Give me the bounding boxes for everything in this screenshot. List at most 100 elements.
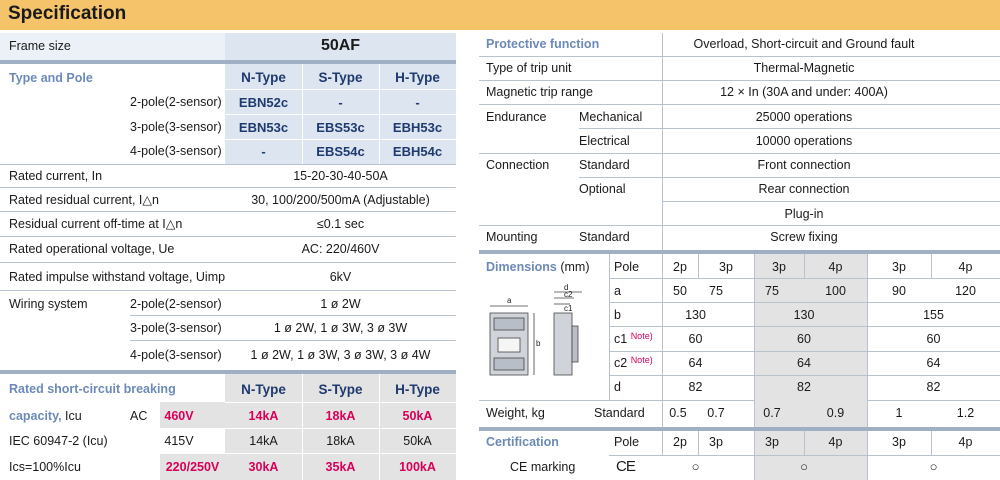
weight-standard-label: Standard (594, 406, 645, 420)
row-divider (479, 104, 1000, 105)
dim-value: 120 (955, 284, 976, 298)
row-divider (0, 262, 456, 263)
breaking-value: 14kA (248, 409, 279, 423)
breaking-value: 50kA (403, 434, 432, 448)
row-divider (609, 302, 1000, 303)
voltage-label: Rated operational voltage, Ue (9, 242, 175, 256)
mounting-standard-label: Standard (579, 230, 630, 244)
breaker-handle (497, 337, 521, 353)
divider (479, 250, 1000, 254)
model-code: EBN52c (238, 95, 289, 110)
pole-value: 3p (892, 260, 906, 274)
voltage-value: AC: 220/460V (301, 242, 380, 256)
breaker-front-panel (493, 357, 525, 371)
breaking-label: Rated short-circuit breaking (9, 382, 176, 396)
dim-value: 82 (926, 380, 941, 394)
wiring-value: 1 ø 2W, 1 ø 3W, 3 ø 3W, 3 ø 4W (250, 348, 431, 362)
model-code: EBH53c (392, 120, 443, 135)
type-pole-label: Type and Pole (9, 71, 93, 85)
model-code: - (415, 95, 420, 110)
icu-word: Icu (61, 409, 82, 423)
pole-label: 3-pole(3-sensor) (130, 120, 222, 134)
wiring-value: 1 ø 2W, 1 ø 3W, 3 ø 3W (273, 321, 408, 335)
wiring-pole-label: 3-pole(3-sensor) (130, 321, 222, 335)
title-bar: Specification (0, 0, 1000, 30)
row-divider (479, 400, 1000, 401)
dim-label-c1: c1 Note) (614, 332, 653, 346)
screw-fixing: Screw fixing (770, 230, 838, 244)
dim-value: 60 (926, 332, 941, 346)
dim-label-a: a (614, 284, 621, 298)
pole-header: Pole (614, 260, 640, 274)
connection-label: Connection (486, 158, 550, 172)
model-code: EBS53c (316, 120, 365, 135)
row-divider (609, 351, 1000, 352)
model-code: - (338, 95, 343, 110)
breaker-dimension-diagram: a b d c2 c1 (489, 283, 582, 376)
dim-value: 60 (797, 332, 811, 346)
s-type-header: S-Type (318, 382, 363, 397)
mag-trip-label: Magnetic trip range (486, 85, 594, 99)
dimensions-shaded-col (754, 254, 867, 400)
wiring-value: 1 ø 2W (320, 297, 361, 311)
n-type-header: N-Type (241, 382, 286, 397)
plug-in: Plug-in (784, 207, 824, 221)
ce-marking-label: CE marking (510, 460, 576, 474)
row-divider (579, 128, 1000, 129)
cert-pole-value: 3p (765, 435, 779, 449)
divider (479, 427, 1000, 431)
breaking-value: 18kA (326, 434, 355, 448)
electrical-label: Electrical (579, 134, 630, 148)
cert-pole-value: 3p (709, 435, 723, 449)
s-type-header: S-Type (318, 70, 363, 85)
pole-value: 4p (958, 260, 973, 274)
dim-value: 64 (688, 356, 703, 370)
c2-text: c2 (614, 356, 628, 370)
impulse-value: 6kV (329, 270, 352, 284)
weight-value: 0.5 (669, 406, 687, 420)
row-divider (0, 164, 456, 165)
row-divider (609, 455, 1000, 456)
row-divider (225, 139, 456, 140)
cert-pole-value: 3p (892, 435, 906, 449)
col-divider (609, 254, 610, 400)
h-type-header: H-Type (395, 382, 440, 397)
diagram-label-c1: c1 (564, 304, 573, 313)
dim-value: 130 (685, 308, 706, 322)
weight-value: 1 (895, 406, 903, 420)
breaker-side-handle (571, 325, 579, 363)
dim-value: 75 (709, 284, 723, 298)
weight-value: 0.9 (826, 406, 845, 420)
weight-value: 0.7 (707, 406, 725, 420)
dimensions-unit: (mm) (556, 260, 590, 274)
mounting-label: Mounting (486, 230, 538, 244)
breaking-value: 30kA (248, 460, 279, 474)
standard-label: Standard (579, 158, 630, 172)
pole-label: 2-pole(2-sensor) (130, 95, 222, 109)
row-divider (0, 211, 456, 212)
offtime-value: ≤0.1 sec (316, 217, 365, 231)
ac-label: AC (130, 409, 148, 423)
protective-label: Protective function (486, 37, 600, 51)
pole-label: 4-pole(3-sensor) (130, 144, 222, 158)
breaker-side (553, 312, 573, 376)
n-type-header: N-Type (241, 70, 286, 85)
rear-connection: Rear connection (758, 182, 850, 196)
residual-current-label: Rated residual current, I△n (9, 193, 159, 207)
ce-mark-value: ○ (929, 459, 938, 474)
breaking-value: 50kA (402, 409, 433, 423)
row-divider (225, 89, 456, 90)
dimensions-label: Dimensions (mm) (486, 261, 589, 274)
breaking-value: 35kA (325, 460, 356, 474)
dim-value: 100 (825, 284, 846, 298)
h-type-header: H-Type (395, 70, 440, 85)
certification-label: Certification (486, 435, 559, 449)
row-divider (160, 453, 456, 454)
dim-value: 50 (673, 284, 687, 298)
row-divider (0, 187, 456, 188)
diagram-label-b: b (536, 339, 541, 348)
optional-label: Optional (579, 182, 626, 196)
c2-note: Note) (630, 355, 653, 365)
dim-value: 130 (793, 308, 815, 322)
row-divider (130, 315, 456, 316)
